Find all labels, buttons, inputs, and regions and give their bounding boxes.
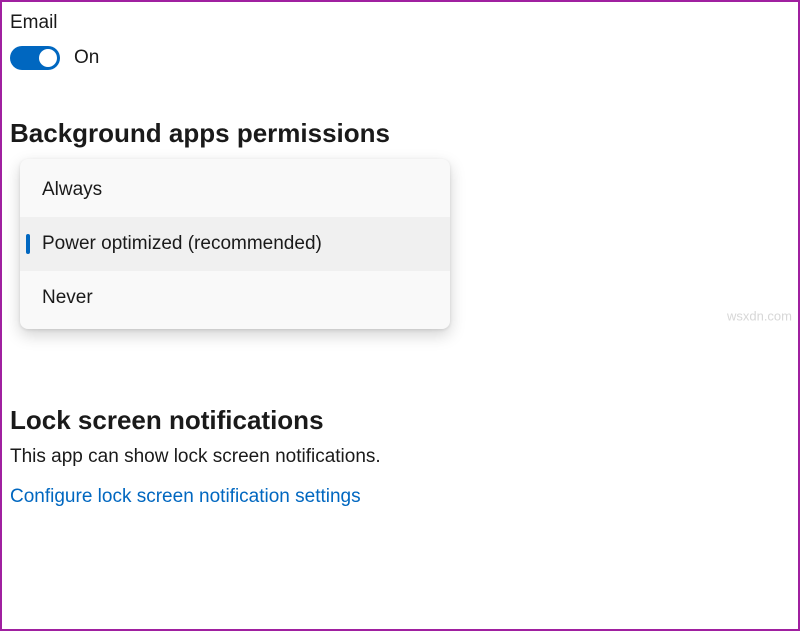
obscured-content [270, 337, 790, 361]
dropdown-option-power-optimized[interactable]: Power optimized (recommended) [20, 217, 450, 271]
email-toggle-state: On [74, 47, 99, 69]
email-toggle-row: On [10, 46, 790, 70]
dropdown-option-never[interactable]: Never [20, 271, 450, 325]
toggle-knob [39, 49, 57, 67]
dropdown-option-always[interactable]: Always [20, 163, 450, 217]
lockscreen-heading: Lock screen notifications [10, 405, 790, 436]
background-apps-heading: Background apps permissions [10, 118, 790, 149]
watermark-text: wsxdn.com [727, 308, 792, 323]
configure-lockscreen-link[interactable]: Configure lock screen notification setti… [10, 486, 790, 508]
email-label: Email [10, 12, 790, 34]
email-toggle[interactable] [10, 46, 60, 70]
lockscreen-description: This app can show lock screen notificati… [10, 446, 790, 468]
background-permission-dropdown[interactable]: Always Power optimized (recommended) Nev… [20, 159, 450, 329]
